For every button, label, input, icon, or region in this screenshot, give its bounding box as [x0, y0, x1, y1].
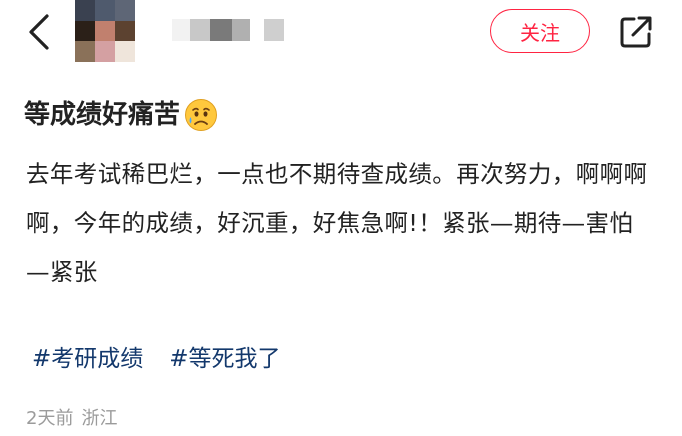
- avatar-pixel: [115, 20, 135, 42]
- avatar-pixel: [95, 20, 115, 42]
- post-time: 2天前: [26, 408, 74, 429]
- chevron-left-icon: [29, 14, 49, 50]
- post-meta: 2天前 浙江: [26, 404, 117, 430]
- hashtag-link[interactable]: #考研成绩: [32, 339, 143, 373]
- username-pixel: [250, 19, 264, 41]
- follow-button-label: 关注: [520, 20, 560, 45]
- avatar-pixel: [75, 41, 95, 62]
- username-pixel: [172, 19, 190, 41]
- avatar-pixel: [115, 41, 135, 62]
- post-location: 浙江: [81, 408, 118, 429]
- share-button[interactable]: [616, 12, 656, 52]
- follow-button[interactable]: 关注: [490, 9, 590, 53]
- author-username-blurred[interactable]: [172, 19, 284, 41]
- avatar-pixel: [75, 20, 95, 42]
- username-pixel: [232, 19, 250, 41]
- username-pixel: [264, 19, 284, 41]
- post-body-text: 去年考试稀巴烂，一点也不期待查成绩。再次努力，啊啊啊啊，今年的成绩，好沉重，好焦…: [26, 160, 648, 286]
- username-pixel: [210, 19, 232, 41]
- username-pixel: [190, 19, 210, 41]
- avatar-pixel: [115, 0, 135, 21]
- avatar[interactable]: [75, 0, 135, 62]
- back-button[interactable]: [22, 12, 56, 52]
- avatar-pixel: [95, 0, 115, 21]
- post-title-text: 等成绩好痛苦: [24, 100, 181, 130]
- sad-but-relieved-face-emoji-icon: [185, 99, 218, 131]
- avatar-pixel: [95, 41, 115, 62]
- top-navigation-bar: 关注: [0, 0, 682, 64]
- share-icon: [620, 16, 652, 48]
- hashtag-list: #考研成绩 #等死我了: [32, 334, 281, 378]
- hashtag-link[interactable]: #等死我了: [169, 339, 280, 373]
- post-title: 等成绩好痛苦: [24, 92, 218, 138]
- avatar-pixel: [75, 0, 95, 21]
